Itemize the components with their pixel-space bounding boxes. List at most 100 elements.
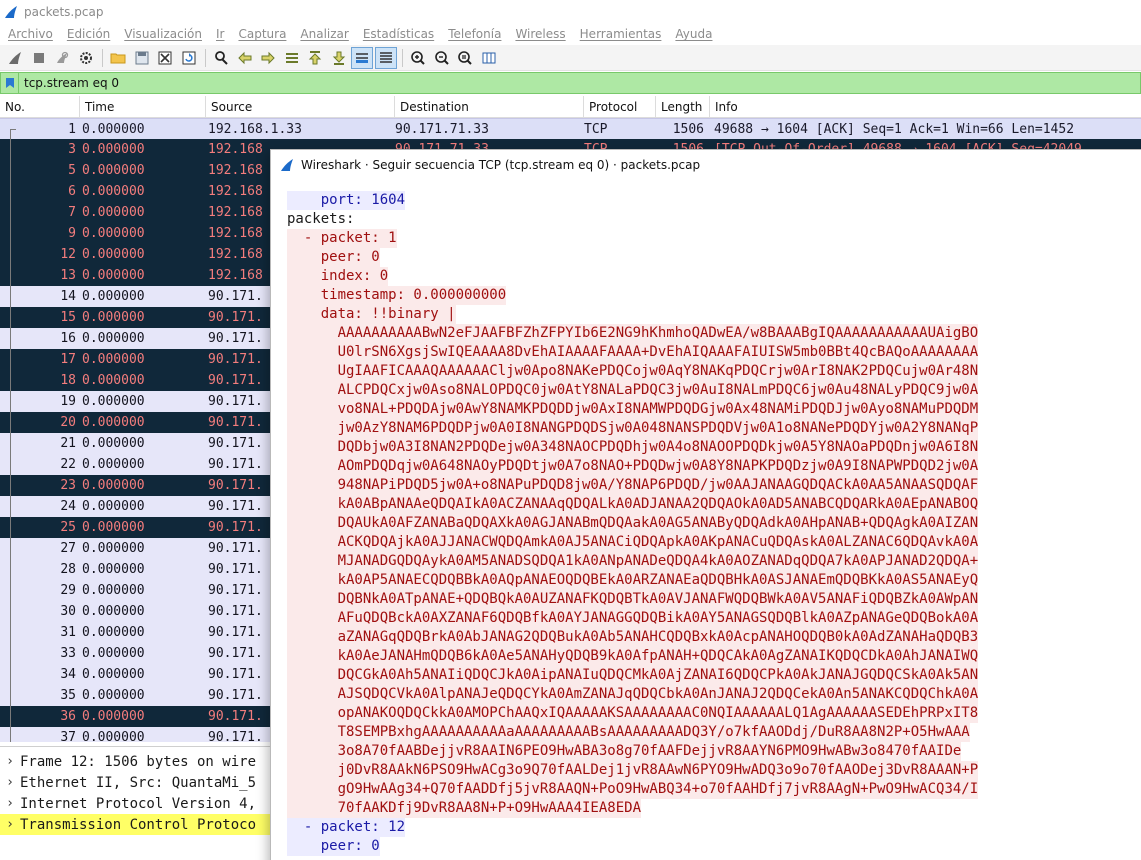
packet-time: 0.000000	[82, 310, 145, 325]
server-text: peer: 0	[287, 837, 380, 856]
detail-tcp[interactable]: › Transmission Control Protoco	[0, 814, 280, 835]
colorize-icon[interactable]	[374, 46, 397, 69]
packet-no: 25	[60, 520, 76, 535]
packet-no: 37	[60, 730, 76, 742]
bookmark-icon[interactable]	[1, 73, 19, 93]
chevron-right-icon[interactable]: ›	[0, 754, 20, 769]
conversation-gutter	[0, 643, 18, 664]
conversation-gutter	[0, 412, 18, 433]
client-text: kA0AP5ANAECQDQBBkA0AQpANAEOQDQBEkA0ARZAN…	[287, 571, 979, 590]
detail-ipv4[interactable]: › Internet Protocol Version 4,	[0, 793, 280, 814]
packet-no: 3	[68, 142, 76, 157]
menu-wireless[interactable]: Wireless	[515, 27, 565, 41]
packet-time: 0.000000	[82, 331, 145, 346]
zoom-normal-icon[interactable]	[454, 47, 476, 69]
go-to-packet-icon[interactable]	[281, 47, 303, 69]
detail-ethernet[interactable]: › Ethernet II, Src: QuantaMi_5	[0, 772, 280, 793]
restart-icon[interactable]	[51, 47, 73, 69]
column-protocol[interactable]: Protocol	[584, 96, 656, 118]
packet-no: 36	[60, 709, 76, 724]
display-filter-bar[interactable]: tcp.stream eq 0	[0, 72, 1141, 94]
stream-line: index: 0	[287, 267, 1141, 286]
menu-ayuda[interactable]: Ayuda	[675, 27, 712, 41]
last-packet-icon[interactable]	[328, 47, 350, 69]
open-folder-icon[interactable]	[107, 47, 129, 69]
menu-herramientas[interactable]: Herramientas	[580, 27, 662, 41]
chevron-right-icon[interactable]: ›	[0, 796, 20, 811]
menu-telefonia[interactable]: Telefonía	[448, 27, 501, 41]
save-file-icon[interactable]	[131, 47, 153, 69]
client-text: opANAKOQDQCkkA0AMOPChAAQxIQAAAAAKSAAAAAA…	[287, 704, 979, 723]
find-icon[interactable]	[210, 47, 232, 69]
dialog-titlebar[interactable]: Wireshark · Seguir secuencia TCP (tcp.st…	[271, 150, 1141, 179]
packet-no: 17	[60, 352, 76, 367]
packet-time: 0.000000	[82, 541, 145, 556]
shark-fin-start-icon[interactable]	[4, 47, 26, 69]
packet-no: 21	[60, 436, 76, 451]
packet-no: 35	[60, 688, 76, 703]
back-arrow-icon[interactable]	[234, 47, 256, 69]
menu-estadisticas[interactable]: Estadísticas	[363, 27, 434, 41]
stop-icon[interactable]	[28, 47, 50, 69]
packet-no: 13	[60, 268, 76, 283]
first-packet-icon[interactable]	[304, 47, 326, 69]
menu-archivo[interactable]: Archivo	[8, 27, 53, 41]
autoscroll-icon[interactable]	[351, 46, 373, 69]
packet-no: 16	[60, 331, 76, 346]
packet-row[interactable]: 1 0.000000 192.168.1.33 90.171.71.33 TCP 1506…	[0, 118, 1141, 140]
stream-line: AOmPDQDqjw0A648NAOyPDQDtjw0A7o8NAO+PDQDw…	[287, 457, 1141, 476]
detail-frame[interactable]: › Frame 12: 1506 bytes on wire	[0, 751, 280, 772]
column-length[interactable]: Length	[656, 96, 710, 118]
follow-stream-dialog: Wireshark · Seguir secuencia TCP (tcp.st…	[270, 149, 1141, 860]
column-time[interactable]: Time	[80, 96, 206, 118]
packet-no: 33	[60, 646, 76, 661]
menu-captura[interactable]: Captura	[238, 27, 286, 41]
options-gear-icon[interactable]	[75, 47, 97, 69]
packet-no: 23	[60, 478, 76, 493]
client-text: aZANAGqQDQBrkA0AbJANAG2QDQBukA0Ab5ANAHCQ…	[287, 628, 979, 647]
client-text: data: !!binary |	[287, 305, 456, 324]
column-source[interactable]: Source	[206, 96, 395, 118]
conversation-gutter	[0, 223, 18, 244]
column-info[interactable]: Info	[710, 96, 1141, 118]
menu-ir[interactable]: Ir	[216, 27, 224, 41]
client-text: U0lrSN6XgsjSwIQEAAAA8DvEhAIAAAAFAAAA+DvE…	[287, 343, 979, 362]
stream-line: - packet: 1	[287, 229, 1141, 248]
detail-label: Ethernet II, Src: QuantaMi_5	[20, 774, 257, 791]
client-text: UgIAAFICAAAQAAAAAACljw0Apo8NAKePDQCojw0A…	[287, 362, 979, 381]
packet-time: 0.000000	[82, 667, 145, 682]
client-text: gO9HwAAg34+Q70fAADDfj5jvR8AAQN+PoO9HwABQ…	[287, 780, 979, 799]
packet-length: 1506	[672, 121, 704, 137]
stream-line: data: !!binary |	[287, 305, 1141, 324]
conversation-gutter	[0, 580, 18, 601]
zoom-in-icon[interactable]	[407, 47, 429, 69]
packet-no: 6	[68, 184, 76, 199]
packet-no: 34	[60, 667, 76, 682]
conversation-gutter	[0, 664, 18, 685]
packet-no: 9	[68, 226, 76, 241]
zoom-out-icon[interactable]	[431, 47, 453, 69]
column-destination[interactable]: Destination	[395, 96, 584, 118]
packet-time: 0.000000	[82, 604, 145, 619]
column-no[interactable]: No.	[0, 96, 80, 118]
menu-analizar[interactable]: Analizar	[300, 27, 348, 41]
menu-visualizacion[interactable]: Visualización	[124, 27, 202, 41]
resize-columns-icon[interactable]	[478, 47, 500, 69]
conversation-gutter	[0, 307, 18, 328]
display-filter-input[interactable]: tcp.stream eq 0	[19, 76, 119, 90]
menu-edicion[interactable]: Edición	[67, 27, 110, 41]
stream-content[interactable]: port: 1604 packets: - packet: 1 peer: 0 i…	[271, 180, 1141, 860]
client-text: 3o8A70fAABDejjvR8AAIN6PEO9HwABA3o8g70fAA…	[287, 742, 962, 761]
dialog-title: Wireshark · Seguir secuencia TCP (tcp.st…	[301, 157, 701, 172]
reload-icon[interactable]	[178, 47, 200, 69]
packet-time: 0.000000	[82, 352, 145, 367]
forward-arrow-icon[interactable]	[257, 47, 279, 69]
close-file-icon[interactable]	[154, 47, 176, 69]
stream-line: ALCPDQCxjw0Aso8NALOPDQC0jw0AtY8NALaPDQC3…	[287, 381, 1141, 400]
chevron-right-icon[interactable]: ›	[0, 775, 20, 790]
chevron-right-icon[interactable]: ›	[0, 817, 20, 832]
packet-time: 0.000000	[82, 436, 145, 451]
detail-label: Internet Protocol Version 4,	[20, 795, 257, 812]
packet-no: 1	[68, 121, 76, 137]
conversation-gutter	[0, 517, 18, 538]
